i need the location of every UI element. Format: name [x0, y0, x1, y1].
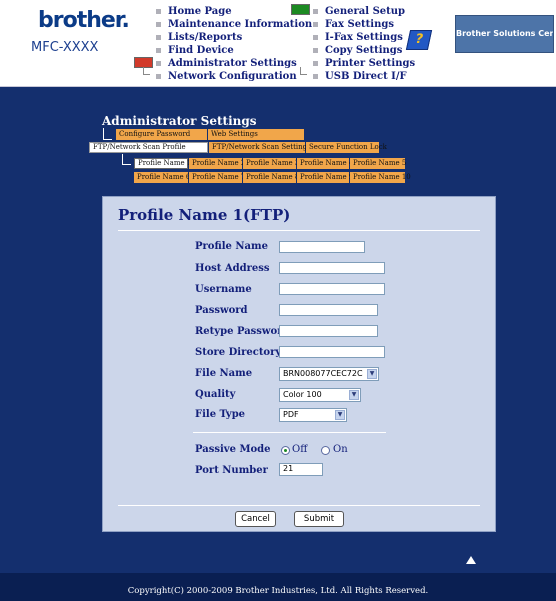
bullet-icon — [156, 48, 161, 53]
chevron-down-icon: ▼ — [349, 390, 359, 400]
bullet-icon — [313, 48, 318, 53]
divider — [118, 230, 480, 231]
retype-password-label: Retype Password — [195, 326, 290, 337]
tab-profile-8[interactable]: Profile Name 8 — [243, 172, 299, 183]
nav-network-configuration[interactable]: Network Configuration — [156, 70, 297, 83]
tab-secure-function-lock[interactable]: Secure Function Lock — [306, 142, 387, 153]
password-label: Password — [195, 305, 248, 316]
bullet-icon — [313, 74, 318, 79]
tab-profile-5[interactable]: Profile Name 5 — [350, 158, 406, 169]
bullet-icon — [156, 9, 161, 14]
quality-select[interactable]: Color 100 ▼ — [279, 388, 361, 402]
password-input[interactable] — [279, 304, 378, 316]
section-title: Administrator Settings — [102, 114, 257, 128]
brother-logo: brother. — [38, 8, 130, 33]
file-type-label: File Type — [195, 409, 246, 420]
back-to-top-icon[interactable] — [466, 556, 476, 564]
tab-profile-3[interactable]: Profile Name 3 — [243, 158, 299, 169]
help-icon[interactable]: ? — [405, 30, 433, 50]
bullet-icon — [156, 35, 161, 40]
nav-printer-settings[interactable]: Printer Settings — [313, 57, 415, 70]
bullet-icon — [156, 61, 161, 66]
host-address-label: Host Address — [195, 263, 270, 274]
tab-ftp-network-scan-profile[interactable]: FTP/Network Scan Profile — [89, 142, 208, 153]
retype-password-input[interactable] — [279, 325, 378, 337]
copyright-text: Copyright(C) 2000-2009 Brother Industrie… — [127, 586, 429, 596]
tab-web-settings[interactable]: Web Settings — [208, 129, 304, 140]
profile-name-input[interactable] — [279, 241, 365, 253]
nav-home-page[interactable]: Home Page — [156, 5, 232, 18]
username-input[interactable] — [279, 283, 385, 295]
submit-button[interactable]: Submit — [294, 511, 344, 527]
passive-off-radio[interactable] — [281, 446, 290, 455]
tab-profile-4[interactable]: Profile Name 4 — [297, 158, 353, 169]
nav-fax-settings[interactable]: Fax Settings — [313, 18, 394, 31]
tab-profile-10[interactable]: Profile Name 10 — [350, 172, 411, 183]
bullet-icon — [313, 35, 318, 40]
divider — [118, 505, 480, 506]
tab-ftp-network-scan-settings[interactable]: FTP/Network Scan Settings — [209, 142, 311, 153]
host-address-input[interactable] — [279, 262, 385, 274]
file-name-select[interactable]: BRN008077CEC72C ▼ — [279, 367, 379, 381]
tree-connector-icon — [143, 67, 150, 75]
quality-label: Quality — [195, 389, 236, 400]
tab-profile-9[interactable]: Profile Name 9 — [297, 172, 353, 183]
passive-on-radio[interactable] — [321, 446, 330, 455]
chevron-down-icon: ▼ — [335, 410, 345, 420]
nav-maintenance-information[interactable]: Maintenance Information — [156, 18, 312, 31]
tab-profile-7[interactable]: Profile Name 7 — [189, 172, 245, 183]
tab-profile-6[interactable]: Profile Name 6 — [134, 172, 190, 183]
username-label: Username — [195, 284, 252, 295]
panel-title: Profile Name 1(FTP) — [118, 206, 291, 224]
solutions-center-banner[interactable]: Brother Solutions Center — [455, 15, 554, 53]
bullet-icon — [156, 74, 161, 79]
store-directory-input[interactable] — [279, 346, 385, 358]
file-type-select[interactable]: PDF ▼ — [279, 408, 347, 422]
bullet-icon — [313, 61, 318, 66]
tab-configure-password[interactable]: Configure Password — [116, 129, 207, 140]
tab-profile-1[interactable]: Profile Name 1 — [134, 158, 191, 169]
divider — [193, 432, 386, 433]
nav-general-setup[interactable]: General Setup — [313, 5, 405, 18]
file-name-label: File Name — [195, 368, 253, 379]
nav-usb-direct-if[interactable]: USB Direct I/F — [313, 70, 407, 83]
nav-ifax-settings[interactable]: I-Fax Settings — [313, 31, 403, 44]
nav-administrator-settings[interactable]: Administrator Settings — [156, 57, 297, 70]
port-number-label: Port Number — [195, 465, 268, 476]
nav-copy-settings[interactable]: Copy Settings — [313, 44, 402, 57]
tab-profile-2[interactable]: Profile Name 2 — [189, 158, 245, 169]
tree-connector-icon — [103, 128, 112, 140]
store-directory-label: Store Directory — [195, 347, 282, 358]
cancel-button[interactable]: Cancel — [235, 511, 276, 527]
port-number-input[interactable]: 21 — [279, 463, 323, 476]
passive-mode-label: Passive Mode — [195, 444, 271, 455]
bullet-icon — [313, 9, 318, 14]
passive-on-label: On — [333, 444, 348, 455]
passive-off-label: Off — [292, 444, 308, 455]
nav-lists-reports[interactable]: Lists/Reports — [156, 31, 242, 44]
nav-find-device[interactable]: Find Device — [156, 44, 234, 57]
tree-connector-icon — [300, 67, 307, 75]
setup-icon — [291, 4, 310, 15]
bullet-icon — [313, 22, 318, 27]
model-name: MFC-XXXX — [31, 40, 99, 55]
tree-connector-icon — [122, 154, 131, 165]
chevron-down-icon: ▼ — [367, 369, 377, 379]
bullet-icon — [156, 22, 161, 27]
profile-name-label: Profile Name — [195, 241, 268, 252]
